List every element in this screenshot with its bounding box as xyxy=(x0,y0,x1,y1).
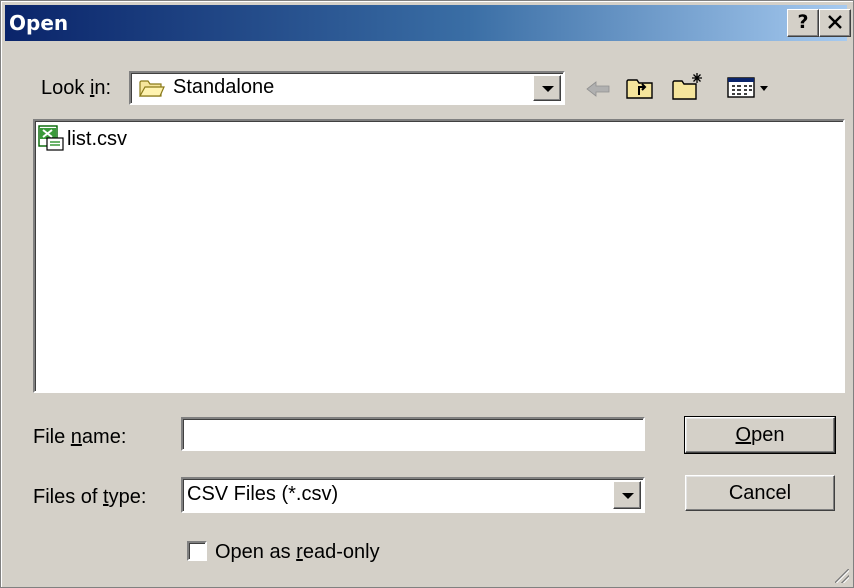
up-folder-icon[interactable] xyxy=(625,75,655,101)
open-button[interactable]: Open xyxy=(684,416,836,454)
excel-csv-icon xyxy=(38,125,64,151)
file-type-select[interactable]: CSV Files (*.csv) xyxy=(181,477,645,513)
file-type-value: CSV Files (*.csv) xyxy=(187,483,339,505)
chevron-down-icon xyxy=(622,493,634,499)
cancel-button[interactable]: Cancel xyxy=(685,475,835,511)
file-name-input[interactable] xyxy=(181,417,645,451)
file-list[interactable]: list.csv xyxy=(33,119,845,393)
read-only-checkbox[interactable] xyxy=(187,541,207,561)
open-dialog: Open ? Look in: Standalone list.csv File… xyxy=(0,0,854,588)
chevron-down-icon xyxy=(542,86,554,92)
look-in-combo[interactable]: Standalone xyxy=(129,71,565,105)
back-arrow-icon[interactable] xyxy=(585,80,611,98)
file-name-list-csv: list.csv xyxy=(67,128,127,150)
close-icon xyxy=(828,15,842,29)
look-in-label: Look in: xyxy=(41,77,112,99)
resize-grip[interactable] xyxy=(835,569,849,583)
close-button[interactable] xyxy=(819,9,851,37)
file-type-label: Files of type: xyxy=(33,486,147,508)
file-type-dropdown-button[interactable] xyxy=(613,481,641,509)
look-in-dropdown-button[interactable] xyxy=(533,75,561,101)
look-in-value: Standalone xyxy=(173,76,275,98)
file-name-label: File name: xyxy=(33,426,127,448)
title-bar[interactable]: Open xyxy=(5,5,847,41)
dialog-title: Open xyxy=(9,11,69,35)
folder-open-icon xyxy=(139,80,165,97)
view-menu-icon[interactable] xyxy=(727,77,771,99)
help-button[interactable]: ? xyxy=(787,9,819,37)
new-folder-icon[interactable] xyxy=(671,71,705,101)
read-only-label[interactable]: Open as read-only xyxy=(215,541,380,564)
